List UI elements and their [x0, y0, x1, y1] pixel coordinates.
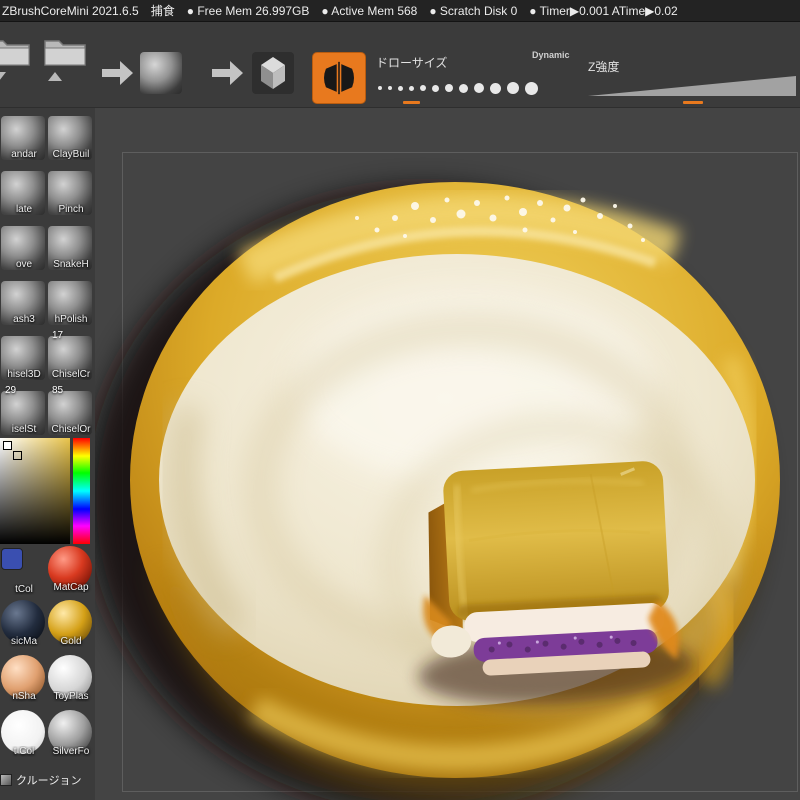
z-intensity-label: Z強度 — [588, 60, 620, 74]
color-picker-hue-strip[interactable] — [73, 438, 90, 544]
primitive-sphere-button[interactable] — [140, 52, 182, 94]
occlusion-button[interactable]: クルージョン — [0, 772, 81, 788]
brush-label: ove — [15, 259, 33, 270]
symmetry-toggle-button[interactable] — [312, 52, 366, 104]
material-label: Gold — [60, 636, 82, 647]
primitive-cube-button[interactable] — [252, 52, 294, 94]
sculpt-model — [95, 182, 780, 800]
brush-label: ClayBuil — [52, 149, 90, 160]
brush-badge: 17 — [52, 330, 64, 341]
arrow-right-icon — [212, 60, 244, 91]
folder-save-icon — [44, 40, 86, 66]
mirror-icon — [324, 61, 354, 95]
brush-item-chiselstar[interactable]: 29 iselSt — [1, 385, 45, 435]
material-label: sicMa — [10, 636, 38, 647]
brush-item-move[interactable]: ove — [1, 226, 45, 270]
z-intensity-slider[interactable] — [588, 74, 796, 101]
sandwich-piece — [418, 461, 694, 705]
arrow-right-icon — [102, 60, 134, 91]
z-intensity-marker — [683, 101, 703, 104]
brush-label: andar — [11, 149, 37, 160]
color-picker-sv-square[interactable] — [0, 438, 70, 544]
brush-label: ash3 — [13, 314, 35, 325]
material-label: t Col — [13, 746, 35, 757]
brush-item-claybuildup[interactable]: ClayBuil — [48, 116, 92, 160]
toolbar: ドローサイズ Dynamic Z強度 — [0, 22, 800, 108]
material-white[interactable]: t Col — [1, 710, 45, 757]
material-silverfoil[interactable]: SilverFo — [48, 710, 92, 757]
open-project-button[interactable] — [0, 34, 32, 92]
material-toyplastic[interactable]: ToyPlas — [48, 655, 92, 702]
chevron-down-icon — [0, 72, 6, 81]
brush-label: SnakeH — [53, 259, 89, 270]
draw-size-label: ドローサイズ — [376, 56, 448, 70]
brush-label: iselSt — [11, 424, 37, 435]
brush-label: late — [15, 204, 33, 215]
titlebar: ZBrushCoreMini 2021.6.5 捕食 ● Free Mem 26… — [0, 0, 800, 22]
brush-item-chiselcreature[interactable]: 17 ChiselCr — [48, 330, 92, 380]
cube-icon — [261, 57, 285, 89]
material-skinshade[interactable]: nSha — [1, 655, 45, 702]
brush-item-chisel3d[interactable]: hisel3D — [1, 336, 45, 380]
material-label: tCol — [15, 584, 33, 595]
material-label: SilverFo — [52, 746, 90, 757]
material-label: nSha — [12, 691, 36, 702]
stat-timer: ● Timer▶0.001 ATime▶0.02 — [529, 3, 678, 18]
color-selector-primary — [3, 441, 12, 450]
brush-label: Pinch — [58, 204, 84, 215]
brush-badge: 29 — [5, 385, 17, 396]
draw-size-slider[interactable] — [378, 80, 538, 96]
draw-size-marker — [403, 101, 420, 104]
brush-item-chiselorganic[interactable]: 85 ChiselOr — [48, 385, 92, 435]
brush-item-slash3[interactable]: ash3 — [1, 281, 45, 325]
brush-item-inflate[interactable]: late — [1, 171, 45, 215]
sculpt-canvas[interactable] — [95, 108, 800, 800]
occlusion-label: クルージョン — [16, 775, 82, 787]
brush-item-pinch[interactable]: Pinch — [48, 171, 92, 215]
occlusion-icon — [0, 774, 12, 786]
wedge-icon — [588, 76, 796, 96]
material-label: ToyPlas — [53, 691, 89, 702]
material-flat-color-swatch[interactable] — [1, 548, 23, 570]
save-project-button[interactable] — [42, 34, 88, 92]
stat-free-mem: ● Free Mem 26.997GB — [186, 3, 310, 18]
left-tray: andar ClayBuil late Pinch ove SnakeH ash… — [0, 108, 95, 800]
brush-item-snakehook[interactable]: SnakeH — [48, 226, 92, 270]
brush-label: ChiselOr — [51, 424, 91, 435]
brush-item-standard[interactable]: andar — [1, 116, 45, 160]
brush-label: ChiselCr — [51, 369, 91, 380]
folder-open-icon — [0, 40, 30, 66]
brush-label: hisel3D — [7, 369, 41, 380]
brush-item-hpolish[interactable]: hPolish — [48, 281, 92, 325]
document-title: 捕食 — [150, 4, 175, 18]
material-gold[interactable]: Gold — [48, 600, 92, 647]
app-title: ZBrushCoreMini 2021.6.5 — [2, 3, 139, 18]
dynamic-label: Dynamic — [532, 50, 570, 60]
color-selector-secondary — [13, 451, 22, 460]
zbrush-window: ZBrushCoreMini 2021.6.5 捕食 ● Free Mem 26… — [0, 0, 800, 800]
chevron-up-icon — [48, 72, 62, 81]
brush-badge: 85 — [52, 385, 64, 396]
stat-scratch-disk: ● Scratch Disk 0 — [429, 3, 518, 18]
material-label: MatCap — [53, 582, 89, 593]
material-basic[interactable]: sicMa — [1, 600, 45, 647]
material-matcap[interactable]: MatCap — [48, 546, 92, 593]
brush-label: hPolish — [54, 314, 88, 325]
stat-active-mem: ● Active Mem 568 — [321, 3, 418, 18]
